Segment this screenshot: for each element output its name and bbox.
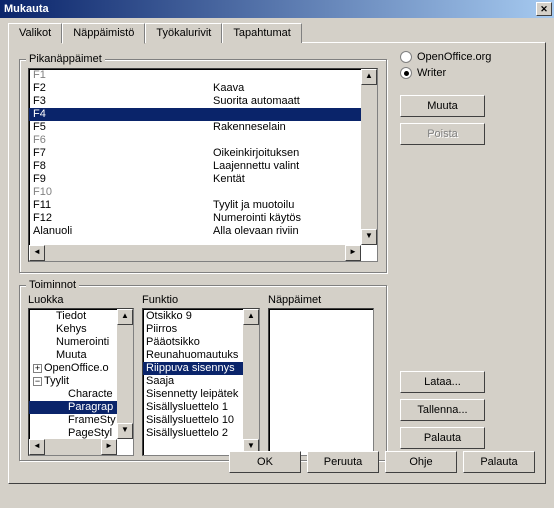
scroll-down-icon[interactable]: ▼ (117, 423, 133, 439)
nappaimet-list[interactable] (268, 308, 374, 456)
lataa-button[interactable]: Lataa... (400, 371, 485, 393)
funktio-list[interactable]: Otsikko 9PiirrosPääotsikkoReunahuomautuk… (142, 308, 260, 456)
luokka-list[interactable]: TiedotKehysNumerointiMuuta+OpenOffice.o−… (28, 308, 134, 456)
scroll-down-icon[interactable]: ▼ (361, 229, 377, 245)
shortcut-row[interactable]: F10 (29, 186, 377, 199)
scrollbar-h[interactable]: ◄ ► (29, 245, 361, 261)
shortcut-row[interactable]: AlanuoliAlla olevaan riviin (29, 225, 377, 238)
shortcut-row[interactable]: F5Rakenneselain (29, 121, 377, 134)
functions-group: Toiminnot Luokka TiedotKehysNumerointiMu… (19, 285, 387, 461)
scroll-up-icon[interactable]: ▲ (243, 309, 259, 325)
radio-writer[interactable]: Writer (400, 65, 535, 81)
scroll-left-icon[interactable]: ◄ (29, 245, 45, 261)
nappaimet-label: Näppäimet (268, 294, 374, 306)
functions-label: Toiminnot (26, 279, 79, 291)
tab-nappaimisto[interactable]: Näppäimistö (62, 23, 145, 44)
list-item[interactable]: Sisällysluettelo 1 (143, 401, 259, 414)
radio-icon (400, 51, 412, 63)
shortcut-row[interactable]: F2Kaava (29, 82, 377, 95)
shortcut-row[interactable]: F1 (29, 69, 377, 82)
list-item[interactable]: Sisällysluettelo 2 (143, 427, 259, 440)
palauta-button[interactable]: Palauta (400, 427, 485, 449)
ok-button[interactable]: OK (229, 451, 301, 473)
shortcut-row[interactable]: F3Suorita automaatt (29, 95, 377, 108)
shortcut-row[interactable]: F9Kentät (29, 173, 377, 186)
peruuta-button[interactable]: Peruuta (307, 451, 379, 473)
scroll-up-icon[interactable]: ▲ (361, 69, 377, 85)
dialog-body: Valikot Näppäimistö Työkalurivit Tapahtu… (0, 18, 554, 492)
scrollbar-v[interactable]: ▲ ▼ (243, 309, 259, 455)
close-icon[interactable]: ✕ (536, 2, 552, 16)
tab-panel: OpenOffice.org Writer Muuta Poista Lataa… (8, 42, 546, 484)
shortcut-row[interactable]: F11Tyylit ja muotoilu (29, 199, 377, 212)
shortcuts-group: Pikanäppäimet F1F2KaavaF3Suorita automaa… (19, 59, 387, 273)
tallenna-button[interactable]: Tallenna... (400, 399, 485, 421)
shortcut-row[interactable]: F7Oikeinkirjoituksen (29, 147, 377, 160)
list-item[interactable]: Saaja (143, 375, 259, 388)
scroll-right-icon[interactable]: ► (345, 245, 361, 261)
tab-tapahtumat[interactable]: Tapahtumat (222, 23, 301, 43)
scroll-left-icon[interactable]: ◄ (29, 439, 45, 455)
list-item[interactable]: Sisällysluettelo 10 (143, 414, 259, 427)
luokka-label: Luokka (28, 294, 134, 306)
list-item[interactable]: Otsikko 9 (143, 310, 259, 323)
tab-valikot[interactable]: Valikot (8, 23, 62, 43)
list-item[interactable]: Reunahuomautuks (143, 349, 259, 362)
radio-icon (400, 67, 412, 79)
scrollbar-h[interactable]: ◄ ► (29, 439, 117, 455)
radio-label: OpenOffice.org (417, 51, 491, 63)
list-item[interactable]: Piirros (143, 323, 259, 336)
palauta-bottom-button[interactable]: Palauta (463, 451, 535, 473)
funktio-label: Funktio (142, 294, 260, 306)
side-column: OpenOffice.org Writer Muuta Poista Lataa… (400, 49, 535, 455)
scrollbar-v[interactable]: ▲ ▼ (361, 69, 377, 245)
tabs: Valikot Näppäimistö Työkalurivit Tapahtu… (8, 23, 546, 43)
ohje-button[interactable]: Ohje (385, 451, 457, 473)
list-item[interactable]: Pääotsikko (143, 336, 259, 349)
shortcut-row[interactable]: F12Numerointi käytös (29, 212, 377, 225)
list-item[interactable]: Sisennetty leipätek (143, 388, 259, 401)
scroll-right-icon[interactable]: ► (101, 439, 117, 455)
bottom-buttons: OK Peruuta Ohje Palauta (229, 451, 535, 473)
poista-button[interactable]: Poista (400, 123, 485, 145)
window-title: Mukauta (4, 3, 49, 15)
shortcuts-list[interactable]: F1F2KaavaF3Suorita automaattF4F5Rakennes… (28, 68, 378, 262)
shortcut-row[interactable]: F4 (29, 108, 377, 121)
list-item[interactable]: Riippuva sisennys (143, 362, 259, 375)
shortcut-row[interactable]: F6 (29, 134, 377, 147)
muuta-button[interactable]: Muuta (400, 95, 485, 117)
radio-label: Writer (417, 67, 446, 79)
shortcut-row[interactable]: F8Laajennettu valint (29, 160, 377, 173)
tab-tyokalurivit[interactable]: Työkalurivit (145, 23, 222, 43)
shortcuts-label: Pikanäppäimet (26, 53, 105, 65)
scrollbar-v[interactable]: ▲ ▼ (117, 309, 133, 439)
scroll-up-icon[interactable]: ▲ (117, 309, 133, 325)
titlebar: Mukauta ✕ (0, 0, 554, 18)
radio-openoffice[interactable]: OpenOffice.org (400, 49, 535, 65)
